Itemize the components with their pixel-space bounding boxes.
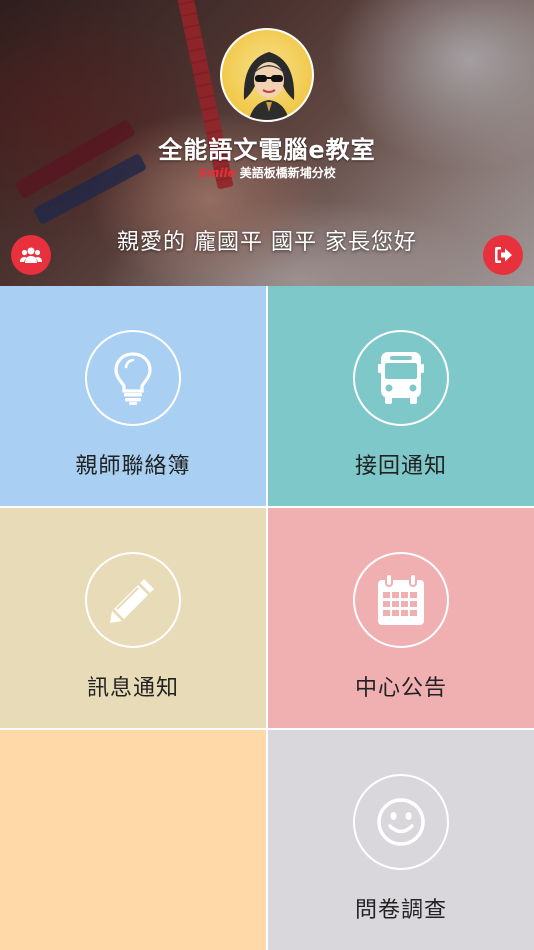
family-button[interactable] [11, 235, 51, 275]
menu-tile-empty [0, 730, 266, 950]
logout-button[interactable] [483, 235, 523, 275]
brand-title: 全能語文電腦e教室 [158, 136, 376, 164]
tile-label: 接回通知 [354, 454, 447, 479]
smile-icon [377, 798, 425, 846]
avatar [220, 28, 314, 122]
sign-out-icon [495, 247, 512, 263]
users-icon [20, 247, 42, 263]
menu-tile-contact-book[interactable]: 親師聯絡簿 [0, 286, 266, 506]
tile-label: 中心公告 [354, 676, 447, 701]
tile-icon-circle [85, 330, 181, 426]
tile-icon-circle [353, 552, 449, 648]
tile-icon-circle [353, 330, 449, 426]
calendar-icon [378, 573, 424, 625]
greeting-text: 親愛的 龐國平 國平 家長您好 [117, 230, 417, 255]
bus-icon [378, 352, 424, 404]
tile-icon-circle [353, 774, 449, 870]
menu-tile-announcements[interactable]: 中心公告 [268, 508, 534, 728]
main-menu-grid: 親師聯絡簿 接回通知 訊息通知 中心公告 問卷調查 [0, 286, 534, 950]
menu-tile-messages[interactable]: 訊息通知 [0, 508, 266, 728]
tile-label: 問卷調查 [354, 898, 447, 923]
brand-logo-mark: Smile [198, 166, 236, 180]
brand-branch: 美語板橋新埔分校 [239, 166, 336, 180]
menu-tile-survey[interactable]: 問卷調查 [268, 730, 534, 950]
avatar-illustration [243, 52, 295, 120]
header-banner: 全能語文電腦e教室 Smile 美語板橋新埔分校 親愛的 龐國平 國平 家長您好 [0, 0, 534, 286]
pencil-icon [110, 579, 154, 623]
tile-label: 親師聯絡簿 [75, 454, 191, 479]
brand-subtitle: Smile 美語板橋新埔分校 [0, 164, 534, 181]
tile-icon-circle [85, 552, 181, 648]
lightbulb-icon [114, 352, 152, 405]
tile-label: 訊息通知 [86, 676, 179, 701]
menu-tile-pickup[interactable]: 接回通知 [268, 286, 534, 506]
